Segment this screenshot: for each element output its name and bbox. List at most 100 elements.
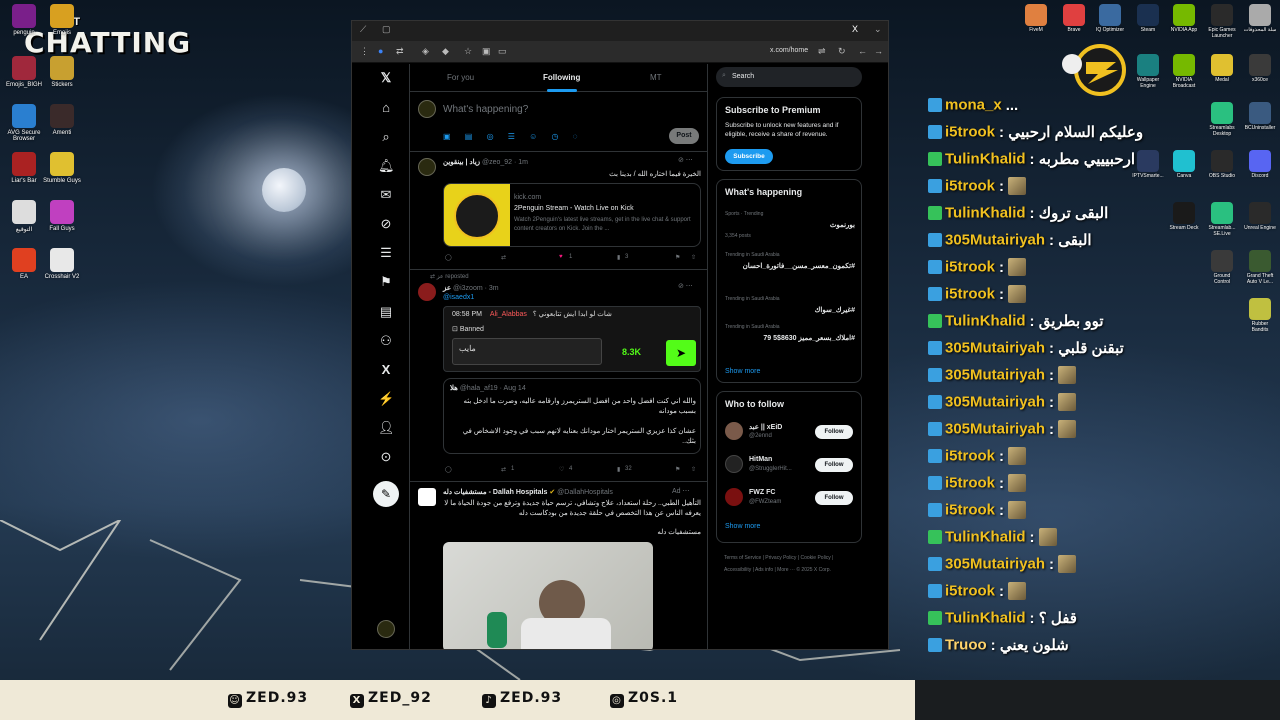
show-more-link[interactable]: Show more	[725, 368, 760, 375]
desktop-shortcut[interactable]: Fall Guys	[40, 200, 84, 232]
desktop-shortcut[interactable]: Crosshair V2	[40, 248, 84, 280]
tweet-author[interactable]: زياد | بينقوين	[443, 159, 480, 166]
window-menu-icon[interactable]: ⟋	[360, 24, 366, 35]
tweet[interactable]: مستشفيات دله - Dallah Hospitals ✔ @Dalla…	[410, 482, 707, 649]
tab-list-chevron-icon[interactable]: ⌄	[874, 24, 882, 35]
mention-link[interactable]: @isaedx1	[443, 294, 474, 301]
tweet[interactable]: زياد | بينقوين @zeo_92 · 1m ⊘ ⋯ الخيرة ف…	[410, 152, 707, 270]
profile-icon[interactable]: 👤︎	[378, 420, 395, 436]
views-icon[interactable]: ▮	[617, 254, 620, 261]
shield-icon[interactable]: ◆	[442, 46, 449, 57]
follow-user-name[interactable]: FWZ FC	[749, 489, 775, 496]
post-fab-icon[interactable]: ✎	[373, 481, 399, 507]
quoted-tweet[interactable]: هلا @hala_af19 · Aug 14 والله اني كنت اف…	[443, 378, 701, 454]
compose-tools-icons[interactable]: ▣ ▤ ◎ ☰ ☺ ◷ ◌	[443, 132, 584, 141]
follow-user-name[interactable]: عبد || xEiD	[749, 423, 782, 431]
follow-button[interactable]: Follow	[815, 491, 853, 505]
more-icon[interactable]: ⊙	[378, 449, 394, 465]
address-bar[interactable]: x.com/home	[770, 47, 808, 54]
follow-button[interactable]: Follow	[815, 458, 853, 472]
desktop-shortcut[interactable]: سلة المحذوفات	[1243, 4, 1277, 33]
grok-icon[interactable]: ⊘	[378, 216, 394, 232]
share-icon[interactable]: ⇧	[691, 254, 696, 261]
avatar[interactable]	[725, 488, 743, 506]
grok-icon[interactable]: ⊘ ⋯	[678, 282, 693, 290]
split-icon[interactable]: ▭	[498, 46, 507, 57]
star-icon[interactable]: ☆	[464, 46, 472, 57]
tab-for-you[interactable]: For you	[447, 73, 474, 82]
video-thumbnail[interactable]	[443, 542, 653, 649]
like-icon[interactable]: ♡	[559, 466, 564, 473]
avatar[interactable]	[418, 283, 436, 301]
x-logo-icon[interactable]: 𝕏	[378, 70, 394, 86]
search-input[interactable]: Search	[716, 67, 862, 87]
tweet[interactable]: ⇄ عز reposted عز @i3zoom · 3m ⊘ ⋯ @isaed…	[410, 270, 707, 482]
extensions-icon[interactable]: ◈	[422, 46, 429, 57]
desktop-shortcut[interactable]: Brave	[1057, 4, 1091, 33]
tweet-author[interactable]: عز	[443, 285, 451, 292]
like-icon[interactable]: ♥	[559, 254, 563, 260]
trend-name[interactable]: #غيرك_سواك	[725, 306, 855, 314]
trend-name[interactable]: بورنموث	[725, 221, 855, 229]
desktop-shortcut[interactable]: FiveM	[1019, 4, 1053, 33]
show-more-link[interactable]: Show more	[725, 523, 760, 530]
desktop-shortcut[interactable]: IQ Optimizer	[1093, 4, 1127, 33]
link-card[interactable]: kick.com 2Penguin Stream - Watch Live on…	[443, 183, 701, 247]
reply-icon[interactable]: ◯	[445, 254, 452, 261]
subscribe-button[interactable]: Subscribe	[725, 149, 773, 164]
site-settings-icon[interactable]: ⇌	[818, 46, 826, 57]
embedded-screenshot[interactable]: 08:58 PM Ali_Alabbas شات لو ابدا ايش تتا…	[443, 306, 701, 372]
menu-dots-icon[interactable]: ⋮	[360, 46, 369, 57]
premium-icon[interactable]: X	[378, 362, 394, 378]
desktop-shortcut[interactable]: Steam	[1131, 4, 1165, 33]
desktop-shortcut[interactable]: Stumble Guys	[40, 152, 84, 184]
views-icon[interactable]: ▮	[617, 466, 620, 473]
account-avatar[interactable]	[377, 620, 395, 638]
repost-icon[interactable]: ⇄	[501, 254, 506, 261]
footer-links[interactable]: Terms of Service | Privacy Policy | Cook…	[724, 552, 854, 576]
avatar[interactable]	[418, 488, 436, 506]
forward-icon[interactable]: →	[874, 46, 883, 56]
desktop-shortcut[interactable]: Amenti	[40, 104, 84, 136]
profile-icon[interactable]: ●	[378, 46, 383, 56]
tab-strip-icon[interactable]: ▢	[382, 24, 391, 35]
home-icon[interactable]: ⌂	[378, 100, 394, 116]
desktop-shortcut[interactable]: NVIDIA Broadcast	[1167, 54, 1201, 89]
back-icon[interactable]: ←	[858, 46, 867, 56]
vpn-icon[interactable]: ⇄	[396, 46, 404, 57]
reload-icon[interactable]: ↻	[838, 46, 846, 57]
compose-input[interactable]: What's happening?	[443, 104, 528, 115]
desktop-shortcut[interactable]: x360ce	[1243, 54, 1277, 83]
post-button[interactable]: Post	[669, 128, 699, 144]
avatar[interactable]	[418, 158, 436, 176]
avatar[interactable]	[725, 455, 743, 473]
communities-icon[interactable]: ⚇	[378, 333, 394, 349]
tweet-author[interactable]: مستشفيات دله - Dallah Hospitals	[443, 489, 547, 496]
trend-name[interactable]: #املاك_بسعر_مميز 8630$5 79	[725, 334, 855, 344]
messages-icon[interactable]: ✉	[378, 187, 394, 203]
tab-following[interactable]: Following	[543, 73, 580, 82]
desktop-shortcut[interactable]: Stickers	[40, 56, 84, 88]
bookmark-icon[interactable]: ⚑	[675, 466, 680, 473]
avatar[interactable]	[725, 422, 743, 440]
bookmark-icon[interactable]: ⚑	[675, 254, 680, 261]
desktop-shortcut[interactable]: Epic Games Launcher	[1205, 4, 1239, 39]
search-icon[interactable]: ⌕	[378, 129, 394, 145]
verified-orgs-icon[interactable]: ⚡	[378, 391, 394, 407]
x-tab-icon[interactable]: X	[852, 24, 858, 34]
repost-icon[interactable]: ⇄	[501, 466, 506, 473]
desktop-shortcut[interactable]: Medal	[1205, 54, 1239, 83]
follow-button[interactable]: Follow	[815, 425, 853, 439]
lists-icon[interactable]: ☰	[378, 245, 394, 261]
reply-icon[interactable]: ◯	[445, 466, 452, 473]
share-icon[interactable]: ⇧	[691, 466, 696, 473]
desktop-shortcut[interactable]: NVIDIA App	[1167, 4, 1201, 33]
trend-name[interactable]: #تكمون_معسر_مسن__فاتورة_احسان	[725, 262, 855, 272]
tab-mt[interactable]: MT	[650, 73, 662, 82]
desktop-shortcut[interactable]: Emojis	[40, 4, 84, 36]
collections-icon[interactable]: ▣	[482, 46, 491, 57]
follow-user-name[interactable]: HitMan	[749, 456, 772, 463]
jobs-icon[interactable]: ▤	[378, 304, 394, 320]
grok-icon[interactable]: ⊘ ⋯	[678, 156, 693, 164]
bookmarks-icon[interactable]: ⚑	[378, 274, 394, 290]
